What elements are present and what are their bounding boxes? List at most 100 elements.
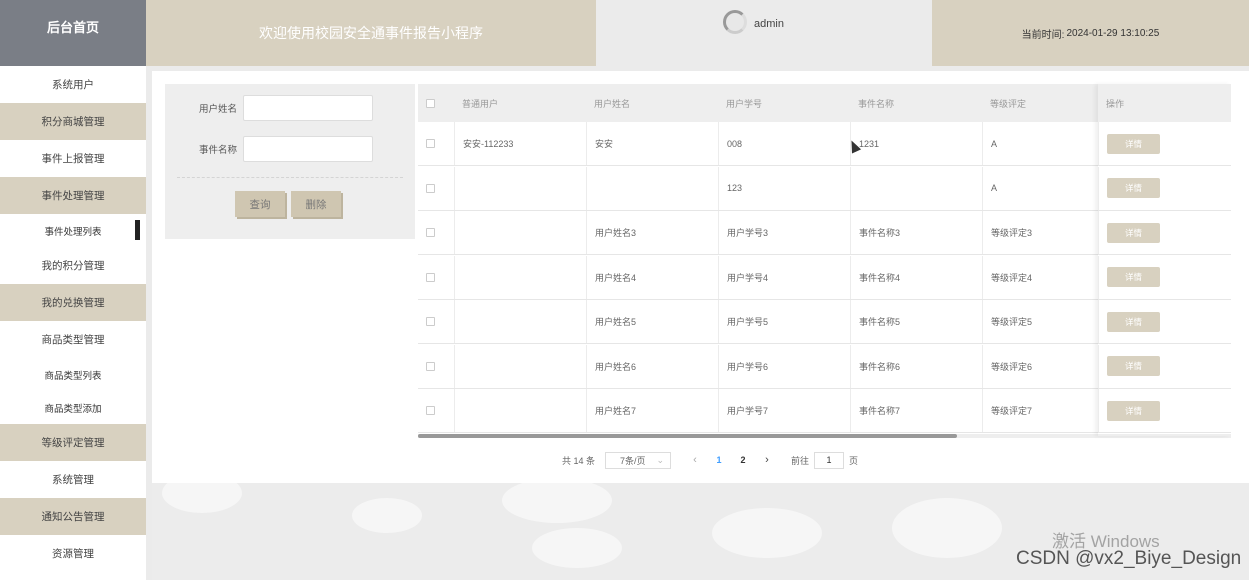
header-select-all-cell [418, 84, 454, 122]
sidebar-item[interactable]: 商品类型管理 [0, 321, 146, 358]
table-cell: 等级评定5 [982, 300, 1098, 343]
page-number-2[interactable]: 2 [731, 455, 755, 465]
sidebar-item-label: 商品类型管理 [41, 334, 105, 346]
sidebar-item-label: 系统用户 [52, 79, 94, 91]
next-page-icon[interactable]: › [755, 454, 779, 466]
avatar[interactable] [723, 10, 747, 34]
row-select-cell [418, 300, 454, 343]
sidebar-item[interactable]: 事件处理列表 [0, 214, 146, 247]
time-label: 当前时间: [1021, 29, 1065, 41]
row-checkbox[interactable] [426, 361, 435, 371]
event-name-label: 事件名称 [198, 145, 237, 156]
table-cell: 1231 [850, 122, 982, 165]
pagination: 共 14 条 7条/页 ⌄ ‹ 1 2 › 前往 1 页 [562, 451, 858, 469]
table-cell: 用户姓名4 [586, 255, 718, 299]
row-checkbox[interactable] [426, 139, 435, 148]
row-select-cell [418, 389, 454, 432]
page-size-select[interactable]: 7条/页 ⌄ [605, 451, 672, 469]
sidebar-item[interactable]: 商品类型列表 [0, 358, 146, 391]
table-cell [454, 389, 586, 432]
page-number-1[interactable]: 1 [707, 455, 731, 465]
home-brand[interactable]: 后台首页 [0, 0, 146, 66]
user-box[interactable]: admin [596, 0, 932, 66]
data-table: 普通用户 用户姓名 用户学号 事件名称 等级评定 操作 安安-112233 安安 008 123… [418, 84, 1231, 438]
row-select-cell [418, 256, 454, 299]
current-time: 当前时间: 2024-01-29 13:10:25 [932, 0, 1249, 66]
row-select-cell [418, 167, 454, 210]
table-cell: 用户学号4 [718, 255, 850, 299]
form-row-user-name: 用户姓名 [165, 95, 373, 121]
sidebar-item[interactable]: 资源管理 [0, 535, 146, 572]
table-cell: 事件名称7 [850, 389, 982, 432]
event-name-input[interactable] [243, 136, 373, 162]
top-header: 后台首页 欢迎使用校园安全通事件报告小程序 admin 当前时间: 2024-0… [0, 0, 1249, 66]
sidebar-item-label: 事件处理列表 [44, 226, 102, 238]
sidebar-item[interactable]: 商品类型添加 [0, 391, 146, 424]
username[interactable]: admin [754, 18, 784, 30]
csdn-watermark: CSDN @vx2_Biye_Design [1016, 548, 1242, 569]
sidebar-item-label: 我的兑换管理 [41, 297, 105, 309]
table-cell [454, 344, 586, 388]
table-cell [454, 211, 586, 254]
delete-button[interactable]: 删除 [291, 191, 341, 217]
sidebar-item[interactable]: 等级评定管理 [0, 424, 146, 461]
select-all-checkbox[interactable] [426, 98, 435, 108]
fixed-operation-column [1098, 84, 1231, 436]
table-cell [454, 255, 586, 299]
column-header: 用户学号 [726, 98, 763, 109]
query-button[interactable]: 查询 [235, 191, 285, 217]
table-cell: 等级评定7 [982, 389, 1098, 432]
table-cell [850, 166, 982, 210]
sidebar-item[interactable]: 事件上报管理 [0, 140, 146, 177]
table-cell: 用户姓名6 [586, 344, 718, 388]
sidebar-item[interactable]: 系统管理 [0, 461, 146, 498]
sidebar-item-label: 事件处理管理 [41, 190, 105, 202]
user-name-label: 用户姓名 [198, 104, 237, 115]
sidebar-item[interactable]: 我的积分管理 [0, 247, 146, 284]
table-cell: A [982, 166, 1098, 210]
row-checkbox[interactable] [426, 317, 435, 326]
goto-page-input[interactable]: 1 [814, 451, 845, 469]
table-cell: 安安-112233 [454, 122, 586, 165]
sidebar-item-label: 等级评定管理 [41, 437, 105, 449]
goto-label: 前往 [791, 455, 810, 466]
table-cell: 用户姓名5 [586, 300, 718, 343]
sidebar-item[interactable]: 事件处理管理 [0, 177, 146, 214]
chevron-down-icon: ⌄ [656, 454, 665, 465]
table-cell: 事件名称4 [850, 255, 982, 299]
row-select-cell [418, 345, 454, 388]
table-cell: 用户学号7 [718, 389, 850, 432]
sidebar-item[interactable]: 我的兑换管理 [0, 284, 146, 321]
row-checkbox[interactable] [426, 183, 435, 193]
row-checkbox[interactable] [426, 406, 435, 415]
table-cell: 事件名称3 [850, 211, 982, 254]
table-cell: 用户学号3 [718, 211, 850, 254]
sidebar-item-label: 我的积分管理 [41, 260, 105, 272]
table-cell: 008 [718, 122, 850, 165]
divider [177, 177, 403, 178]
sidebar-item-label: 系统管理 [52, 474, 94, 486]
prev-page-icon[interactable]: ‹ [683, 454, 707, 466]
sidebar: 系统用户积分商城管理事件上报管理事件处理管理 事件处理列表 我的积分管理 我的兑换管理… [0, 66, 146, 580]
table-cell: 安安 [586, 122, 718, 165]
column-header: 用户姓名 [594, 98, 631, 109]
user-name-input[interactable] [243, 95, 373, 121]
sidebar-item-label: 资源管理 [52, 548, 94, 560]
sidebar-item-label: 积分商城管理 [41, 116, 105, 128]
sidebar-item[interactable]: 系统用户 [0, 66, 146, 103]
table-cell: A [982, 122, 1098, 165]
sidebar-item-label: 商品类型列表 [44, 370, 102, 382]
column-header: 普通用户 [462, 98, 499, 109]
page-size-value: 7条/页 [620, 455, 646, 466]
table-cell: 事件名称5 [850, 300, 982, 343]
row-select-cell [418, 211, 454, 254]
sidebar-item[interactable]: 通知公告管理 [0, 498, 146, 535]
sidebar-item[interactable]: 积分商城管理 [0, 103, 146, 140]
scrollbar-thumb[interactable] [418, 434, 957, 438]
row-checkbox[interactable] [426, 228, 435, 237]
table-cell: 用户学号5 [718, 300, 850, 343]
row-checkbox[interactable] [426, 272, 435, 282]
row-select-cell [418, 122, 454, 165]
search-panel: 用户姓名 事件名称 查询 删除 [165, 84, 415, 239]
table-cell [454, 300, 586, 343]
